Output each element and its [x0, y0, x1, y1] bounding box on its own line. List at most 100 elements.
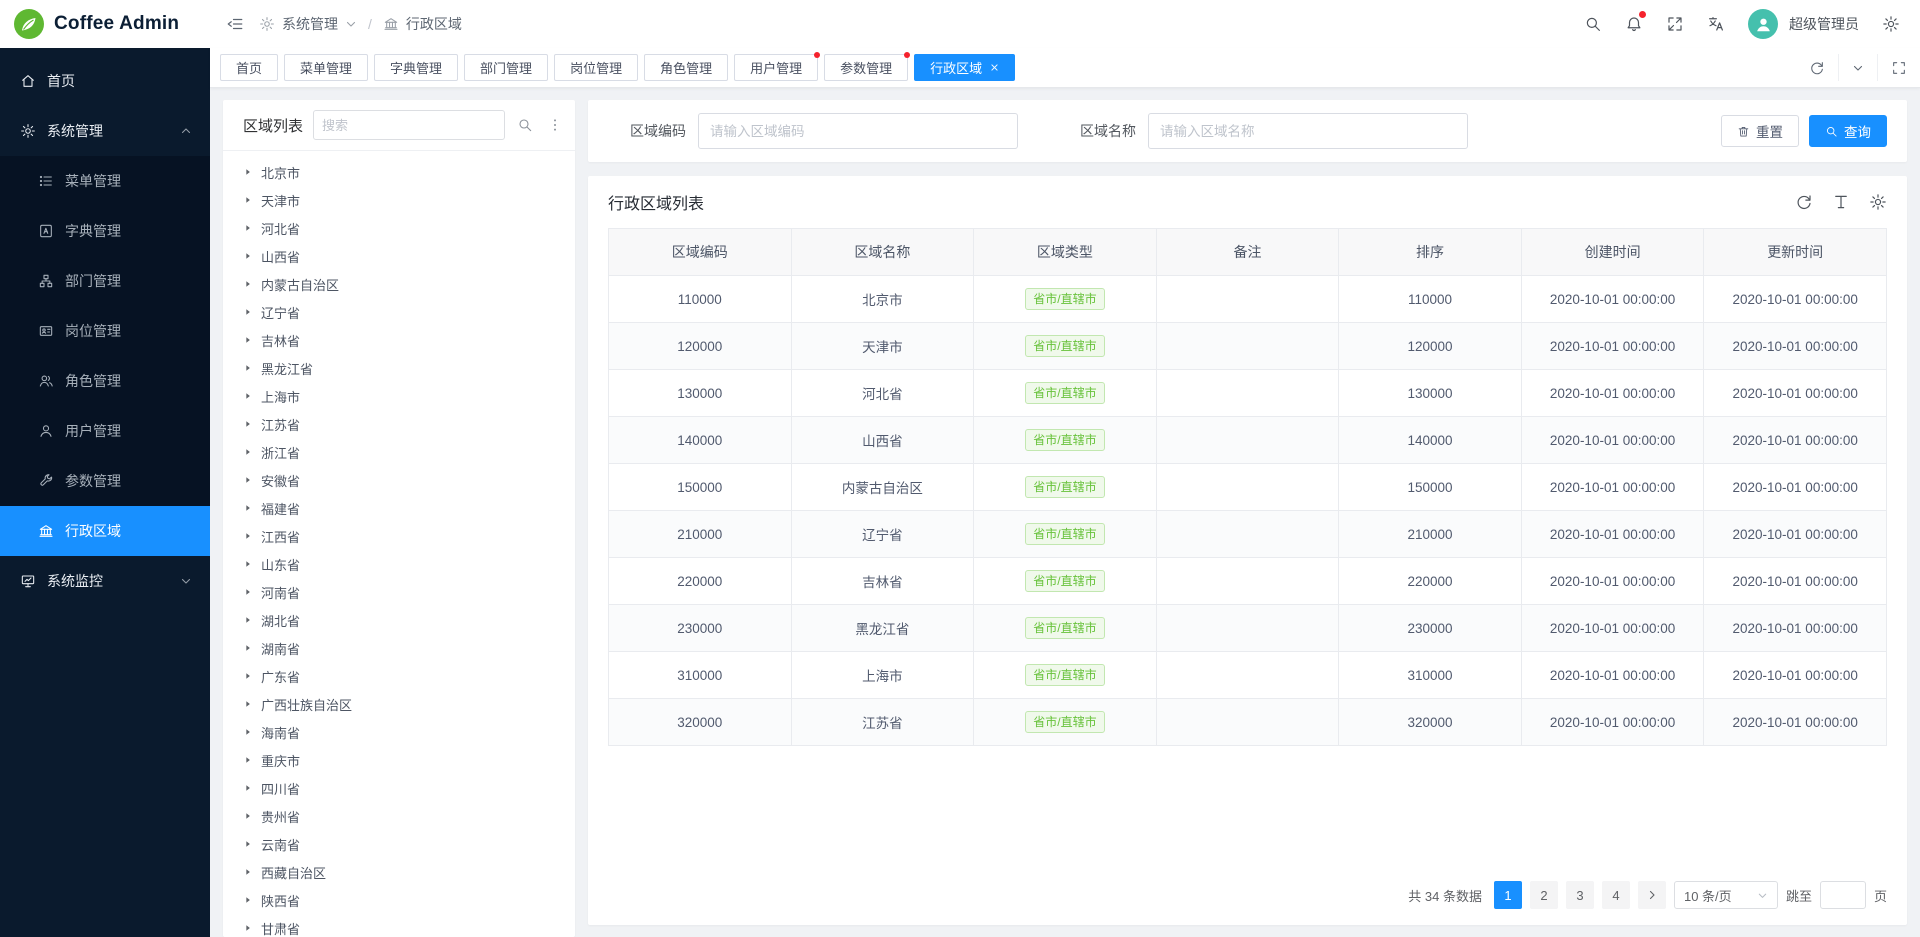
- tree-item[interactable]: 广东省: [223, 662, 575, 690]
- tree-item[interactable]: 辽宁省: [223, 298, 575, 326]
- caret-right-icon[interactable]: [243, 671, 253, 681]
- caret-right-icon[interactable]: [243, 447, 253, 457]
- tab-字典管理[interactable]: 字典管理: [374, 54, 458, 81]
- caret-right-icon[interactable]: [243, 475, 253, 485]
- tabs-refresh-button[interactable]: [1796, 54, 1838, 81]
- sidebar-item-id-card[interactable]: 岗位管理: [0, 306, 210, 356]
- close-icon[interactable]: [990, 63, 999, 72]
- sidebar-item-bank[interactable]: 行政区域: [0, 506, 210, 556]
- page-button-3[interactable]: 3: [1566, 881, 1594, 909]
- caret-right-icon[interactable]: [243, 391, 253, 401]
- tree-search-input[interactable]: [313, 110, 505, 140]
- caret-right-icon[interactable]: [243, 307, 253, 317]
- sidebar-item-wrench[interactable]: 参数管理: [0, 456, 210, 506]
- caret-right-icon[interactable]: [243, 531, 253, 541]
- tree-item[interactable]: 福建省: [223, 494, 575, 522]
- sidebar-item-roles[interactable]: 角色管理: [0, 356, 210, 406]
- sidebar-item-monitor[interactable]: 系统监控: [0, 556, 210, 606]
- table-row[interactable]: 320000江苏省省市/直辖市3200002020-10-01 00:00:00…: [609, 699, 1887, 746]
- table-row[interactable]: 210000辽宁省省市/直辖市2100002020-10-01 00:00:00…: [609, 511, 1887, 558]
- tree-item[interactable]: 西藏自治区: [223, 858, 575, 886]
- page-button-2[interactable]: 2: [1530, 881, 1558, 909]
- search-icon[interactable]: [1584, 15, 1602, 33]
- caret-right-icon[interactable]: [243, 167, 253, 177]
- caret-right-icon[interactable]: [243, 503, 253, 513]
- table-row[interactable]: 220000吉林省省市/直辖市2200002020-10-01 00:00:00…: [609, 558, 1887, 605]
- tree-item[interactable]: 贵州省: [223, 802, 575, 830]
- notifications-button[interactable]: [1625, 15, 1643, 33]
- table-row[interactable]: 110000北京市省市/直辖市1100002020-10-01 00:00:00…: [609, 276, 1887, 323]
- tree-item[interactable]: 湖北省: [223, 606, 575, 634]
- tree-item[interactable]: 黑龙江省: [223, 354, 575, 382]
- tree-item[interactable]: 云南省: [223, 830, 575, 858]
- tree-item[interactable]: 河北省: [223, 214, 575, 242]
- tree-item[interactable]: 江西省: [223, 522, 575, 550]
- caret-right-icon[interactable]: [243, 195, 253, 205]
- sidebar-item-home[interactable]: 首页: [0, 56, 210, 106]
- table-settings-button[interactable]: [1869, 193, 1887, 211]
- sidebar-collapse-icon[interactable]: [226, 15, 244, 33]
- caret-right-icon[interactable]: [243, 559, 253, 569]
- tab-岗位管理[interactable]: 岗位管理: [554, 54, 638, 81]
- tree-item[interactable]: 山西省: [223, 242, 575, 270]
- caret-right-icon[interactable]: [243, 251, 253, 261]
- tree-item[interactable]: 浙江省: [223, 438, 575, 466]
- caret-right-icon[interactable]: [243, 615, 253, 625]
- caret-right-icon[interactable]: [243, 839, 253, 849]
- tree-item[interactable]: 甘肃省: [223, 914, 575, 937]
- tree-item[interactable]: 广西壮族自治区: [223, 690, 575, 718]
- tree-item[interactable]: 山东省: [223, 550, 575, 578]
- tree-item[interactable]: 内蒙古自治区: [223, 270, 575, 298]
- tab-角色管理[interactable]: 角色管理: [644, 54, 728, 81]
- brand-logo[interactable]: Coffee Admin: [0, 0, 210, 48]
- caret-right-icon[interactable]: [243, 923, 253, 933]
- tree-more-button[interactable]: [545, 117, 565, 133]
- tree-item[interactable]: 河南省: [223, 578, 575, 606]
- sidebar-item-org[interactable]: 部门管理: [0, 256, 210, 306]
- sidebar-item-user[interactable]: 用户管理: [0, 406, 210, 456]
- tab-用户管理[interactable]: 用户管理: [734, 54, 818, 81]
- tab-部门管理[interactable]: 部门管理: [464, 54, 548, 81]
- content-maximize-button[interactable]: [1877, 54, 1920, 81]
- tree-item[interactable]: 安徽省: [223, 466, 575, 494]
- fullscreen-icon[interactable]: [1666, 15, 1684, 33]
- tree-item[interactable]: 陕西省: [223, 886, 575, 914]
- reset-button[interactable]: 重置: [1721, 115, 1799, 147]
- caret-right-icon[interactable]: [243, 279, 253, 289]
- caret-right-icon[interactable]: [243, 727, 253, 737]
- caret-right-icon[interactable]: [243, 867, 253, 877]
- username[interactable]: 超级管理员: [1789, 14, 1859, 34]
- tree-item[interactable]: 北京市: [223, 158, 575, 186]
- tree-item[interactable]: 重庆市: [223, 746, 575, 774]
- sidebar-item-dictionary[interactable]: 字典管理: [0, 206, 210, 256]
- caret-right-icon[interactable]: [243, 643, 253, 653]
- tab-菜单管理[interactable]: 菜单管理: [284, 54, 368, 81]
- tabs-menu-button[interactable]: [1838, 54, 1877, 81]
- caret-right-icon[interactable]: [243, 419, 253, 429]
- caret-right-icon[interactable]: [243, 587, 253, 597]
- tab-行政区域[interactable]: 行政区域: [914, 54, 1015, 81]
- table-density-button[interactable]: [1832, 193, 1850, 211]
- tree-item[interactable]: 四川省: [223, 774, 575, 802]
- table-row[interactable]: 120000天津市省市/直辖市1200002020-10-01 00:00:00…: [609, 323, 1887, 370]
- caret-right-icon[interactable]: [243, 699, 253, 709]
- tree-item[interactable]: 江苏省: [223, 410, 575, 438]
- table-row[interactable]: 130000河北省省市/直辖市1300002020-10-01 00:00:00…: [609, 370, 1887, 417]
- jump-page-input[interactable]: [1820, 881, 1866, 909]
- caret-right-icon[interactable]: [243, 755, 253, 765]
- region-code-input[interactable]: [698, 113, 1018, 149]
- translate-icon[interactable]: [1707, 15, 1725, 33]
- tree-item[interactable]: 湖南省: [223, 634, 575, 662]
- tab-首页[interactable]: 首页: [220, 54, 278, 81]
- caret-right-icon[interactable]: [243, 223, 253, 233]
- table-refresh-button[interactable]: [1795, 193, 1813, 211]
- table-row[interactable]: 150000内蒙古自治区省市/直辖市1500002020-10-01 00:00…: [609, 464, 1887, 511]
- caret-right-icon[interactable]: [243, 335, 253, 345]
- table-row[interactable]: 310000上海市省市/直辖市3100002020-10-01 00:00:00…: [609, 652, 1887, 699]
- tree-item[interactable]: 上海市: [223, 382, 575, 410]
- tree-search-button[interactable]: [515, 117, 535, 133]
- page-size-select[interactable]: 10 条/页: [1674, 881, 1778, 909]
- caret-right-icon[interactable]: [243, 363, 253, 373]
- tab-参数管理[interactable]: 参数管理: [824, 54, 908, 81]
- caret-right-icon[interactable]: [243, 895, 253, 905]
